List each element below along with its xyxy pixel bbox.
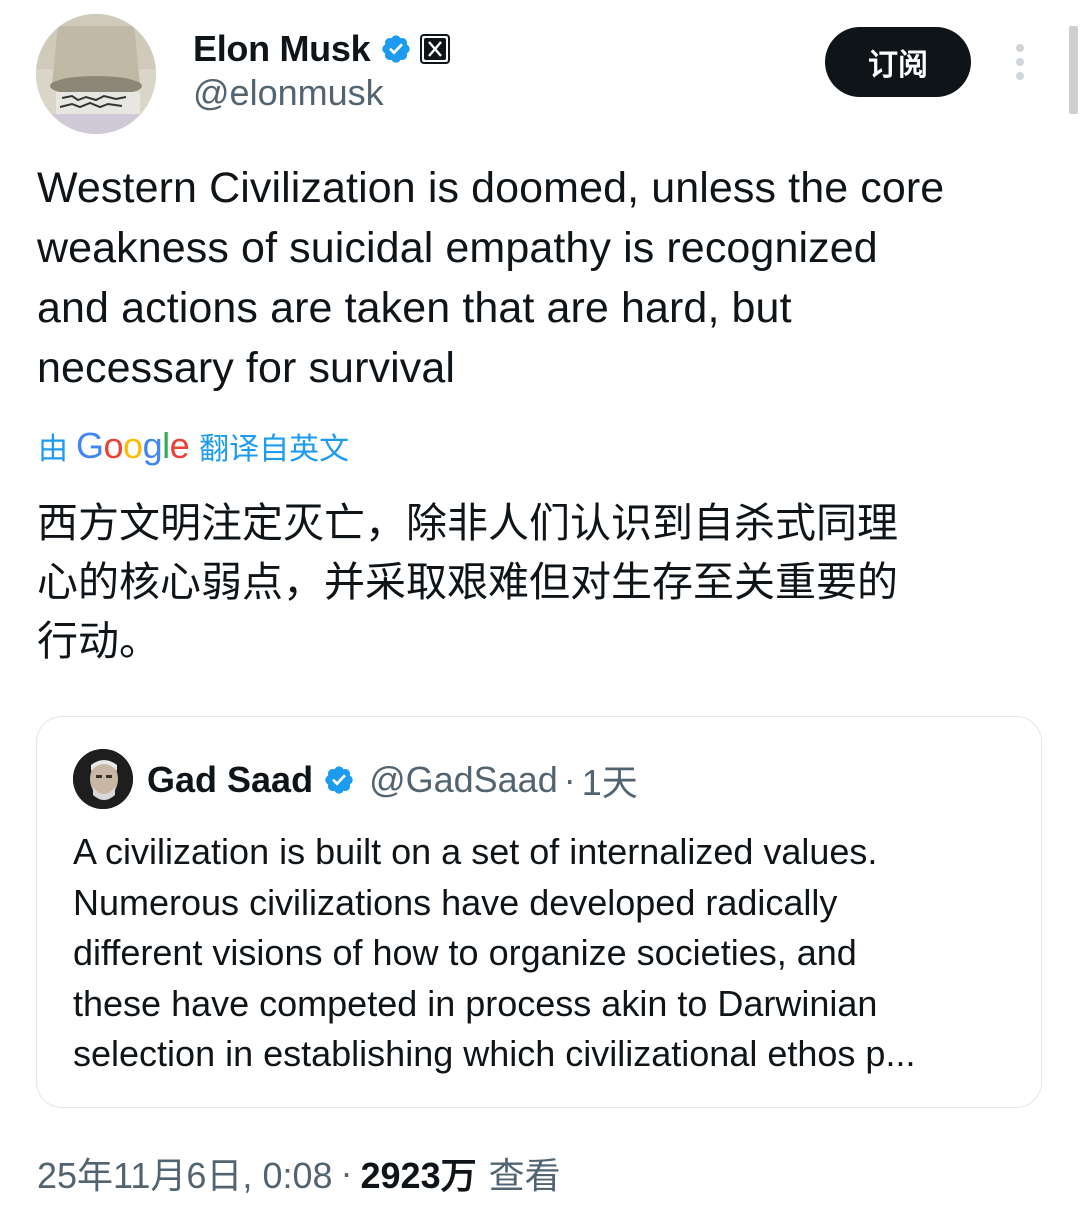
quote-line: different visions of how to organize soc… <box>73 932 857 973</box>
subscribe-button[interactable]: 订阅 <box>825 27 971 97</box>
translate-suffix: 翻译自英文 <box>199 432 350 467</box>
tweet-meta: 25年11月6日, 0:08 · 2923万 查看 <box>37 1148 561 1198</box>
author-name[interactable]: Elon Musk <box>193 28 371 70</box>
tweet-text: Western Civilization is doomed, unless t… <box>37 158 1047 398</box>
quote-line: selection in establishing which civiliza… <box>73 1033 916 1074</box>
quote-line: A civilization is built on a set of inte… <box>73 831 878 872</box>
quote-header: Gad Saad @GadSaad · 1天 <box>147 757 638 803</box>
translated-text: 西方文明注定灭亡，除非人们认识到自杀式同理 心的核心弱点，并采取艰难但对生存至关… <box>37 494 1047 671</box>
quote-author-name[interactable]: Gad Saad <box>147 759 313 801</box>
tweet-datetime[interactable]: 25年11月6日, 0:08 <box>37 1147 333 1199</box>
quote-line: Numerous civilizations have developed ra… <box>73 881 838 923</box>
quote-avatar-image <box>73 749 133 809</box>
translate-prefix: 由 <box>38 432 68 467</box>
views-label: 查看 <box>488 1155 561 1196</box>
author-handle[interactable]: @elonmusk <box>193 72 384 114</box>
x-logo-icon <box>420 34 451 64</box>
author-name-row: Elon Musk <box>193 27 451 71</box>
meta-separator: · <box>340 1152 353 1193</box>
translated-by-google[interactable]: 由 Google 翻译自英文 <box>38 424 349 468</box>
author-avatar-image <box>36 14 156 134</box>
scrollbar[interactable] <box>1069 26 1078 114</box>
google-letter: o <box>103 425 124 466</box>
quote-author-handle[interactable]: @GadSaad <box>369 759 558 801</box>
author-avatar[interactable] <box>36 14 156 134</box>
google-letter: l <box>162 425 170 466</box>
views-count: 2923万 <box>360 1155 477 1196</box>
verified-badge-icon[interactable] <box>323 764 355 796</box>
verified-badge-icon[interactable] <box>380 33 412 65</box>
quote-separator: · <box>563 759 576 800</box>
translated-line: 行动。 <box>37 617 160 665</box>
tweet-line: and actions are taken that are hard, but <box>37 284 792 332</box>
tweet-line: Western Civilization is doomed, unless t… <box>37 164 945 212</box>
google-letter: o <box>123 425 143 466</box>
quote-author-avatar[interactable] <box>73 749 133 809</box>
quote-text: A civilization is built on a set of inte… <box>73 827 1013 1080</box>
quote-line: these have competed in process akin to D… <box>73 982 878 1024</box>
google-letter: e <box>169 425 190 466</box>
quoted-tweet-card[interactable]: Gad Saad @GadSaad · 1天 A civilization is… <box>36 716 1042 1108</box>
quote-timestamp[interactable]: 1天 <box>582 754 638 806</box>
translated-line: 心的核心弱点，并采取艰难但对生存至关重要的 <box>37 558 898 606</box>
google-logo: Google <box>76 425 190 467</box>
more-options-icon[interactable] <box>1010 42 1030 82</box>
translated-line: 西方文明注定灭亡，除非人们认识到自杀式同理 <box>37 499 898 547</box>
tweet-line: necessary for survival <box>37 344 456 392</box>
google-letter: G <box>76 425 104 466</box>
google-letter: g <box>142 425 163 466</box>
tweet-line: weakness of suicidal empathy is recogniz… <box>37 224 878 272</box>
